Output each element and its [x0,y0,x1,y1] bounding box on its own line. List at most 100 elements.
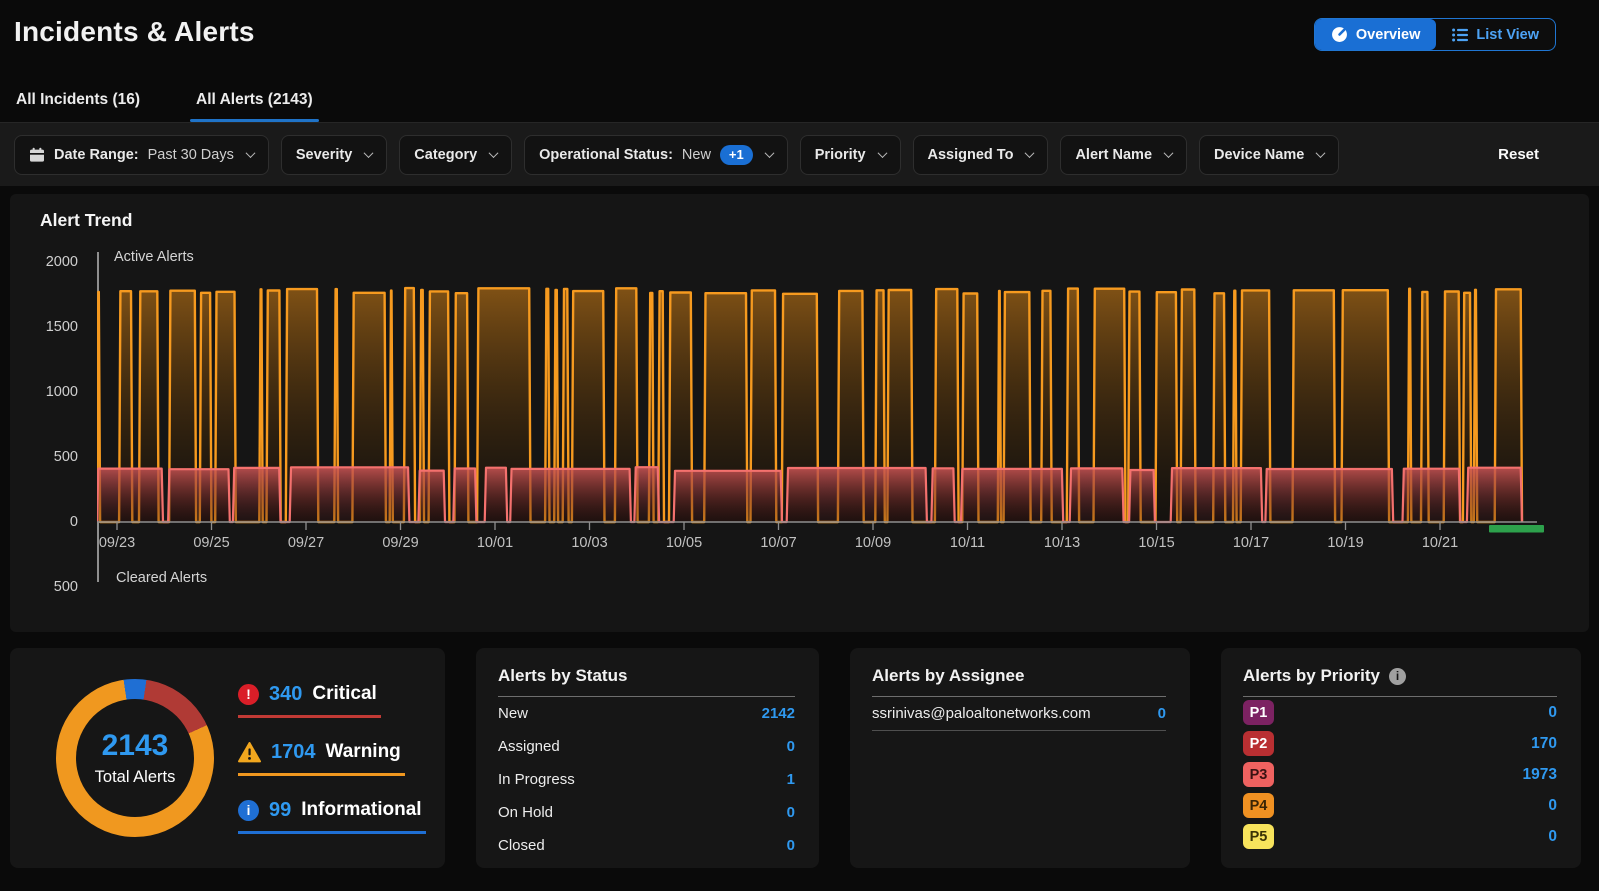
x-axis-tick-label: 10/15 [1138,535,1174,551]
row-value: 0 [787,804,795,821]
tab-all-incidents-16-[interactable]: All Incidents (16) [10,91,146,122]
total-alerts-donut-wrap: 2143 Total Alerts [56,679,214,837]
alerts-by-assignee-card: Alerts by Assignee ssrinivas@paloaltonet… [850,648,1190,868]
row-value: 1973 [1523,766,1557,784]
row-label: Assigned [498,738,560,755]
filter-label: Operational Status: [539,147,673,163]
status-row-assigned[interactable]: Assigned 0 [498,730,795,763]
alerts-summary-card: 2143 Total Alerts ! 340 Critical 1704 Warnin… [10,648,445,868]
status-row-new[interactable]: New2142 [498,697,795,730]
x-axis-tick-label: 09/23 [99,535,135,551]
priority-row-p4[interactable]: P40 [1243,790,1557,821]
summary-cards-row: 2143 Total Alerts ! 340 Critical 1704 Warnin… [10,648,1587,868]
x-axis-tick-label: 09/27 [288,535,324,551]
alert-trend-chart[interactable]: 09/2309/2509/2709/2910/0110/0310/0510/07… [97,250,1547,590]
row-label: New [498,705,528,722]
row-label: ssrinivas@paloaltonetworks.com [872,705,1091,722]
filter-label: Alert Name [1075,147,1152,163]
y-axis-tick-label: 500 [20,579,78,595]
x-axis-tick-label: 09/29 [382,535,418,551]
filter-more-badge[interactable]: +1 [720,145,753,165]
row-value: 0 [787,738,795,755]
chevron-down-icon [764,148,774,158]
x-axis-tick-label: 10/01 [477,535,513,551]
toggle-label: Overview [1356,27,1421,43]
filter-pill-device-name[interactable]: Device Name [1199,135,1339,175]
assignee-row-ssrinivas-paloaltonetworks-com[interactable]: ssrinivas@paloaltonetworks.com 0 [872,697,1166,731]
filter-pill-severity[interactable]: Severity [281,135,387,175]
filter-label: Assigned To [928,147,1014,163]
x-axis-tick-label: 10/13 [1044,535,1080,551]
filter-label: Date Range: [54,147,139,163]
row-value: 170 [1531,735,1557,753]
secondary-alerts-area [97,467,1522,522]
chevron-down-icon [1164,148,1174,158]
y-axis-tick-label: 2000 [20,254,78,270]
status-rows: New2142Assigned0In Progress1On Hold0Clos… [498,697,795,862]
alerts-by-status-card: Alerts by Status New2142 Assigned 0 In Prog… [476,648,819,868]
assignee-rows: ssrinivas@paloaltonetworks.com 0 [872,697,1166,731]
row-label: Closed [498,837,545,854]
x-axis-tick-label: 10/17 [1233,535,1269,551]
priority-row-p5[interactable]: P50 [1243,821,1557,852]
filter-pill-operational-status[interactable]: Operational Status:New+1 [524,135,788,175]
filter-label: Device Name [1214,147,1304,163]
view-toggle-list-view[interactable]: List View [1436,19,1555,50]
x-axis-tick-label: 10/21 [1422,535,1458,551]
chevron-down-icon [245,148,255,158]
alerts-by-status-title: Alerts by Status [498,666,795,686]
tab-bar: All Incidents (16) All Alerts (2143) [0,80,1599,122]
alerts-by-priority-title: Alerts by Priority i [1243,666,1557,686]
view-toggle-overview[interactable]: Overview [1315,19,1437,50]
warning-icon [238,742,261,763]
filter-pill-assigned-to[interactable]: Assigned To [913,135,1049,175]
status-row-on-hold[interactable]: On Hold 0 [498,796,795,829]
legend-item-informational[interactable]: i99Informational [238,799,426,834]
filter-label: Priority [815,147,866,163]
toggle-label: List View [1476,27,1539,43]
status-row-closed[interactable]: Closed 0 [498,829,795,862]
filter-pill-alert-name[interactable]: Alert Name [1060,135,1187,175]
legend-count: 340 [269,683,302,706]
legend-label: Critical [312,683,376,705]
status-row-in-progress[interactable]: In Progress1 [498,763,795,796]
view-toggle: Overview List View [1314,18,1556,51]
y-axis-tick-label: 0 [20,514,78,530]
alerts-by-assignee-title: Alerts by Assignee [872,666,1166,686]
y-axis-tick-label: 1000 [20,384,78,400]
donut-center: 2143 Total Alerts [56,679,214,837]
x-axis-tick-label: 10/19 [1327,535,1363,551]
x-axis-tick-label: 10/11 [950,535,985,551]
row-label: On Hold [498,804,553,821]
incidents-alerts-page: Incidents & Alerts Overview List View All… [0,0,1599,868]
filter-pills: Date Range:Past 30 Days Severity Category O… [14,135,1339,175]
row-value: 0 [1548,797,1557,815]
chevron-down-icon [1316,148,1326,158]
priority-row-p2[interactable]: P2170 [1243,728,1557,759]
x-axis-tick-label: 09/25 [193,535,229,551]
priority-rows: P10P2170P31973P40P50 [1243,697,1557,852]
legend-label: Informational [301,799,421,821]
legend-label: Warning [326,741,401,763]
legend-count: 99 [269,799,291,822]
priority-row-p1[interactable]: P10 [1243,697,1557,728]
filter-pill-date-range[interactable]: Date Range:Past 30 Days [14,135,269,175]
tab-all-alerts-2143-[interactable]: All Alerts (2143) [190,91,319,122]
x-axis-tick-label: 10/03 [571,535,607,551]
row-value: 0 [1158,705,1166,722]
info-circle-icon[interactable]: i [1389,668,1406,685]
severity-legend: !340Critical1704Warningi99Informational [238,683,426,834]
page-title: Incidents & Alerts [14,16,255,48]
legend-item-critical[interactable]: ! 340 Critical [238,683,381,718]
priority-row-p3[interactable]: P31973 [1243,759,1557,790]
row-value: 0 [787,837,795,854]
reset-filters-button[interactable]: Reset [1498,146,1539,163]
filter-pill-category[interactable]: Category [399,135,512,175]
legend-item-warning[interactable]: 1704 Warning [238,741,405,776]
filter-pill-priority[interactable]: Priority [800,135,901,175]
legend-count: 1704 [271,741,316,764]
critical-icon: ! [238,684,259,705]
cleared-alerts-bar [1489,525,1544,533]
chevron-down-icon [1025,148,1035,158]
gauge-icon [1331,26,1348,43]
